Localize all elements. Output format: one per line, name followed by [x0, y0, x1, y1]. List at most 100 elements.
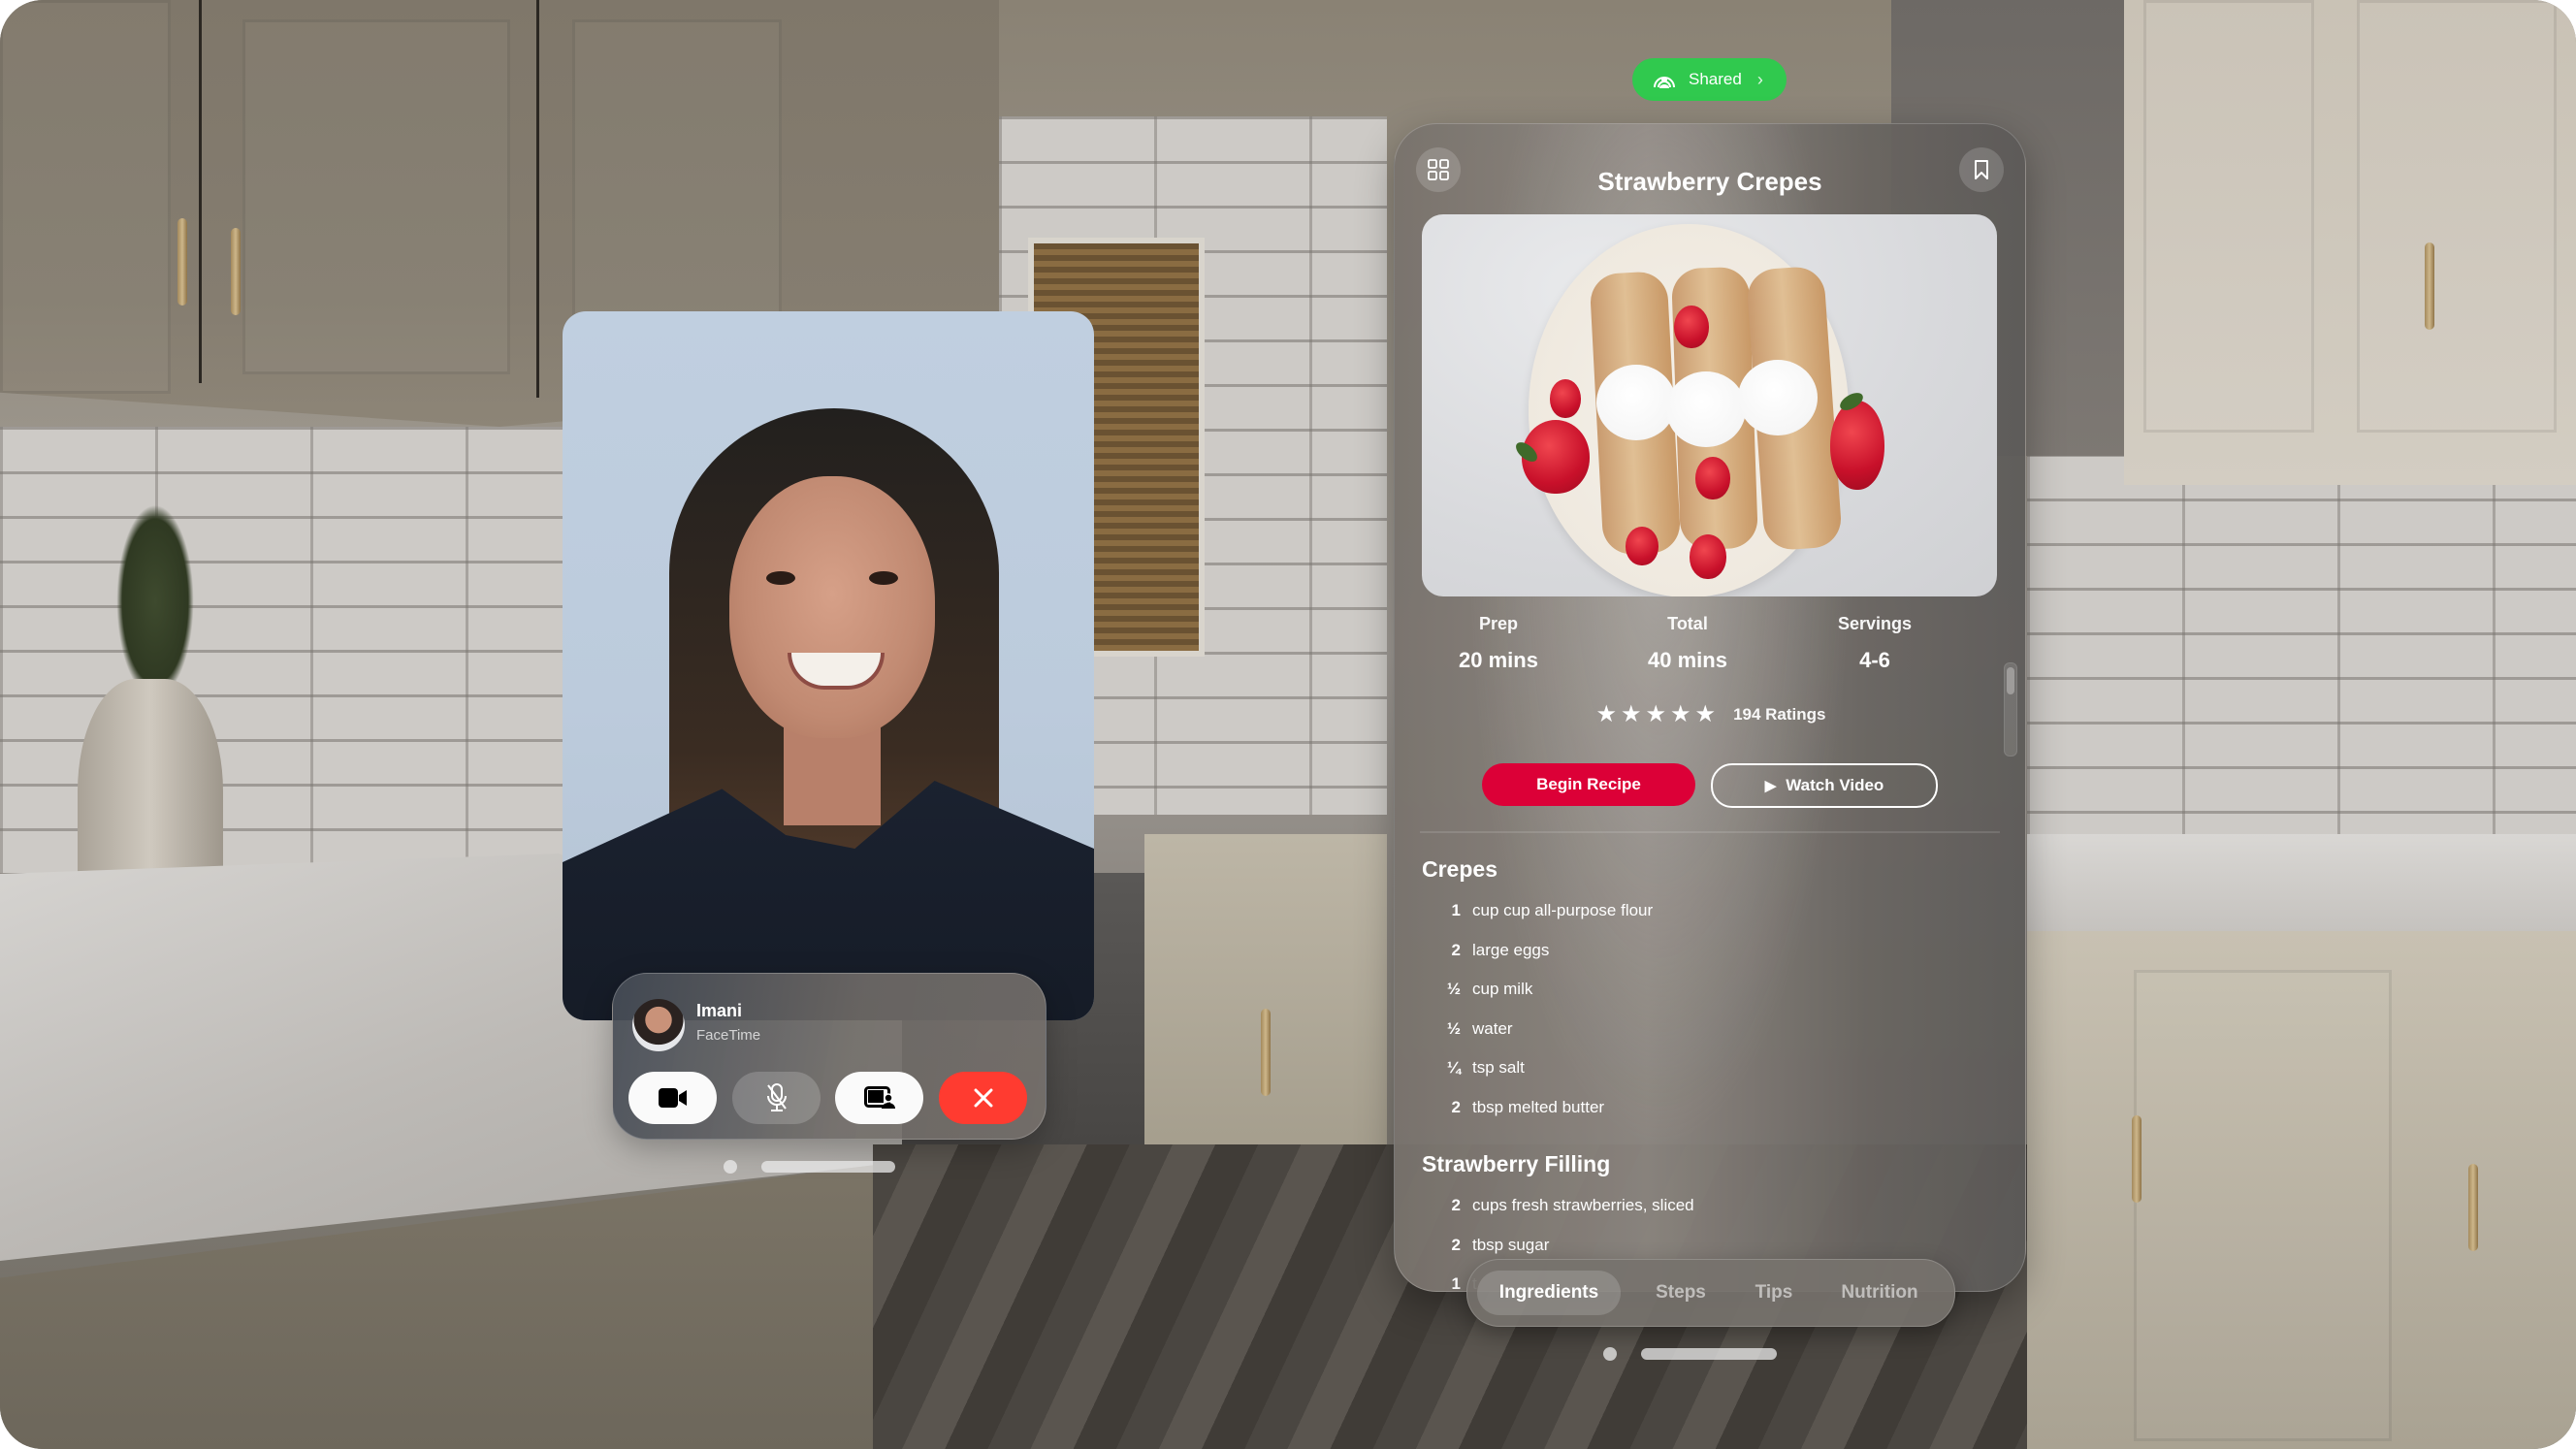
scrollbar-thumb[interactable]: [2007, 667, 2014, 694]
close-icon: [974, 1088, 992, 1108]
remote-participant-face: [729, 476, 935, 738]
ingredient-quantity: 2: [1451, 1097, 1461, 1116]
facetime-video-window[interactable]: [563, 311, 1094, 1020]
stat-label: Total: [1667, 614, 1708, 633]
shareplay-icon: [1654, 77, 1675, 88]
stat-servings: Servings 4-6: [1787, 614, 1962, 673]
strawberry: [1830, 401, 1884, 490]
shareplay-label: Shared: [1689, 70, 1742, 88]
section-title-strawberry-filling: Strawberry Filling: [1422, 1151, 1611, 1176]
cabinet-handle: [231, 228, 241, 315]
raspberry: [1626, 527, 1658, 565]
cabinet-panel: [242, 19, 510, 374]
recipe-hero-image: [1422, 214, 1997, 596]
cabinet-panel: [2143, 0, 2314, 433]
camera-toggle-button[interactable]: [628, 1072, 717, 1124]
recipe-window-close-dot[interactable]: [1603, 1347, 1617, 1361]
whipped-cream: [1666, 371, 1746, 447]
cabinet-seam: [199, 0, 202, 383]
scrollbar[interactable]: [2004, 662, 2017, 757]
lower-cabinet-right: [2027, 931, 2576, 1449]
ingredient-row: 1 cup cup all-purpose flour: [1422, 901, 1654, 920]
watch-video-button[interactable]: ▶ Watch Video: [1711, 763, 1938, 808]
recipe-window: Strawberry Crepes Prep 20 mins Total 40 …: [1394, 123, 2026, 1292]
screen-share-icon: [863, 1086, 895, 1109]
chevron-right-icon: ›: [1756, 69, 1763, 89]
stat-label: Servings: [1837, 614, 1913, 633]
recipe-window-grabber[interactable]: [1641, 1348, 1777, 1360]
raspberry: [1695, 457, 1730, 499]
recipe-tab-bar: Ingredients Steps Tips Nutrition: [1466, 1259, 1955, 1327]
ingredient-quantity: 2: [1451, 1196, 1461, 1214]
ingredient-quantity: 2: [1451, 1235, 1461, 1254]
ingredient-quantity: ½: [1446, 980, 1461, 998]
remote-participant-eye: [869, 571, 898, 585]
star-icon: ★: [1621, 701, 1642, 727]
mute-button[interactable]: [732, 1072, 821, 1124]
begin-recipe-button[interactable]: Begin Recipe: [1482, 763, 1695, 806]
shareplay-status-pill[interactable]: Shared ›: [1632, 58, 1787, 101]
microphone-slash-icon: [766, 1083, 787, 1111]
whipped-cream: [1596, 365, 1676, 440]
ingredient-row: 2 cups fresh strawberries, sliced: [1422, 1196, 1694, 1215]
star-rating: ★ ★ ★ ★ ★: [1594, 703, 1718, 726]
countertop-right: [2027, 834, 2576, 941]
raspberry: [1674, 306, 1709, 348]
remote-participant-eye: [766, 571, 795, 585]
stat-total: Total 40 mins: [1600, 614, 1775, 673]
stat-value: 4-6: [1859, 648, 1890, 672]
ingredient-quantity: 1: [1451, 1274, 1461, 1292]
star-icon: ★: [1670, 701, 1691, 727]
ingredient-text: large eggs: [1472, 940, 1550, 959]
rating: ★ ★ ★ ★ ★ 194 Ratings: [1395, 703, 2025, 726]
cabinet-seam: [536, 0, 539, 398]
caller-name: Imani: [696, 1001, 743, 1020]
star-icon: ★: [1694, 701, 1717, 727]
stat-prep: Prep 20 mins: [1411, 614, 1586, 673]
upper-cabinet-right: [2124, 0, 2576, 485]
facetime-window-grabber[interactable]: [761, 1161, 895, 1173]
section-title-crepes: Crepes: [1422, 856, 1497, 882]
whipped-cream: [1738, 360, 1818, 435]
tab-steps[interactable]: Steps: [1632, 1271, 1729, 1315]
video-camera-icon: [658, 1088, 687, 1108]
ingredient-text: tbsp melted butter: [1472, 1097, 1605, 1116]
ingredient-row: 2 tbsp melted butter: [1422, 1097, 1605, 1117]
facetime-window-close-dot[interactable]: [724, 1160, 737, 1174]
recipe-title: Strawberry Crepes: [1597, 167, 1822, 196]
ingredient-row: 2 tbsp sugar: [1422, 1235, 1550, 1255]
facetime-call-controls: Imani FaceTime: [612, 973, 1046, 1140]
ratings-count: 194 Ratings: [1733, 705, 1826, 724]
ingredient-text: water: [1472, 1018, 1513, 1038]
cabinet-handle: [2132, 1115, 2141, 1203]
stat-label: Prep: [1478, 614, 1519, 633]
cabinet-handle: [2425, 242, 2434, 330]
cabinet-handle: [2468, 1164, 2478, 1251]
end-call-button[interactable]: [939, 1072, 1027, 1124]
ingredient-row: ½ cup milk: [1422, 980, 1533, 999]
visionos-screen: Imani FaceTime Shared › Strawberry Crepe…: [0, 0, 2576, 1449]
star-icon: ★: [1645, 701, 1667, 727]
ingredient-row: ½ water: [1422, 1019, 1513, 1039]
ingredient-text: cups fresh strawberries, sliced: [1472, 1196, 1694, 1214]
raspberry: [1690, 534, 1726, 579]
ingredient-text: cup cup all-purpose flour: [1472, 901, 1654, 919]
caller-avatar: [632, 999, 685, 1051]
caller-app-name: FaceTime: [696, 1027, 761, 1044]
tab-nutrition[interactable]: Nutrition: [1817, 1271, 1943, 1315]
cabinet-panel: [2134, 970, 2392, 1441]
raspberry: [1550, 379, 1581, 418]
cabinet-panel: [0, 0, 171, 394]
divider: [1420, 831, 2000, 833]
ingredient-quantity: 1: [1451, 901, 1461, 919]
ingredient-row: ¼ tsp salt: [1422, 1058, 1525, 1078]
ingredient-quantity: 2: [1451, 940, 1461, 959]
stat-value: 40 mins: [1648, 648, 1727, 672]
tab-tips[interactable]: Tips: [1735, 1271, 1813, 1315]
ingredient-text: cup milk: [1472, 980, 1533, 998]
share-screen-button[interactable]: [835, 1072, 923, 1124]
kitchen-environment-background: [0, 0, 2576, 1449]
ingredient-quantity: ¼: [1446, 1058, 1461, 1077]
watch-video-label: Watch Video: [1786, 776, 1884, 794]
tab-ingredients[interactable]: Ingredients: [1477, 1271, 1621, 1315]
